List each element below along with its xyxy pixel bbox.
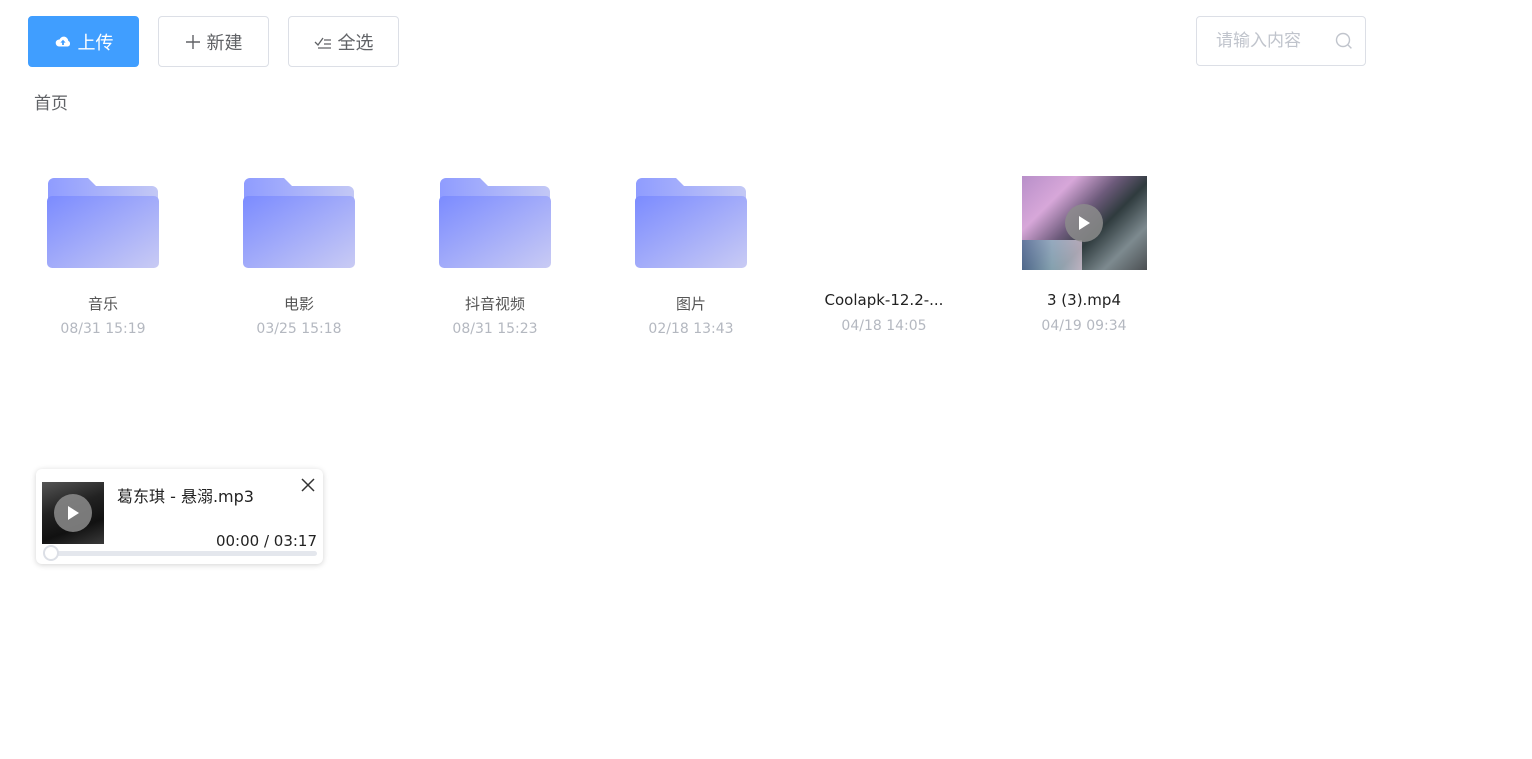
play-icon[interactable] [1064,203,1103,242]
search-input[interactable] [1197,17,1346,65]
select-all-button[interactable]: 全选 [288,16,399,67]
file-date: 03/25 15:18 [256,321,342,337]
progress-handle[interactable] [43,545,59,561]
checklist-icon [314,34,332,50]
file-date: 02/18 13:43 [648,321,734,337]
new-button[interactable]: 新建 [158,16,269,67]
search-icon[interactable] [1335,32,1353,50]
file-name: 图片 [675,295,706,313]
new-button-label: 新建 [206,32,243,54]
cloud-upload-icon [54,33,72,51]
progress-track[interactable] [52,551,317,556]
track-time: 00:00 / 03:17 [215,532,317,550]
file-item-video[interactable]: 3 (3).mp4 04/19 09:34 [1009,160,1159,350]
folder-icon [224,160,374,285]
select-all-button-label: 全选 [337,32,374,54]
close-icon[interactable] [300,477,316,493]
search-box [1196,16,1366,66]
file-date: 04/19 09:34 [1041,318,1127,334]
file-date: 04/18 14:05 [841,318,927,334]
file-name: 3 (3).mp4 [1046,291,1121,309]
file-item-coolapk[interactable]: Coolapk-12.2-... 04/18 14:05 [809,160,959,350]
upload-button[interactable]: 上传 [28,16,139,67]
upload-button-label: 上传 [77,32,114,54]
folder-icon [420,160,570,285]
plus-icon [185,34,201,50]
track-title: 葛东琪 - 悬溺.mp3 [117,487,254,506]
play-icon[interactable] [54,494,92,532]
file-name: Coolapk-12.2-... [824,291,944,309]
file-name: 音乐 [87,295,118,313]
file-name: 电影 [283,295,314,313]
folder-icon [616,160,766,285]
album-cover [42,482,104,544]
file-name: 抖音视频 [464,295,525,313]
audio-player: 葛东琪 - 悬溺.mp3 00:00 / 03:17 [36,469,323,564]
folder-item-douyin[interactable]: 抖音视频 08/31 15:23 [420,160,570,350]
breadcrumb-home[interactable]: 首页 [34,89,68,114]
file-thumbnail [809,160,959,285]
video-thumbnail [1009,160,1159,285]
folder-icon [28,160,178,285]
folder-item-pictures[interactable]: 图片 02/18 13:43 [616,160,766,350]
file-date: 08/31 15:19 [60,321,146,337]
file-date: 08/31 15:23 [452,321,538,337]
folder-item-movies[interactable]: 电影 03/25 15:18 [224,160,374,350]
folder-item-music[interactable]: 音乐 08/31 15:19 [28,160,178,350]
